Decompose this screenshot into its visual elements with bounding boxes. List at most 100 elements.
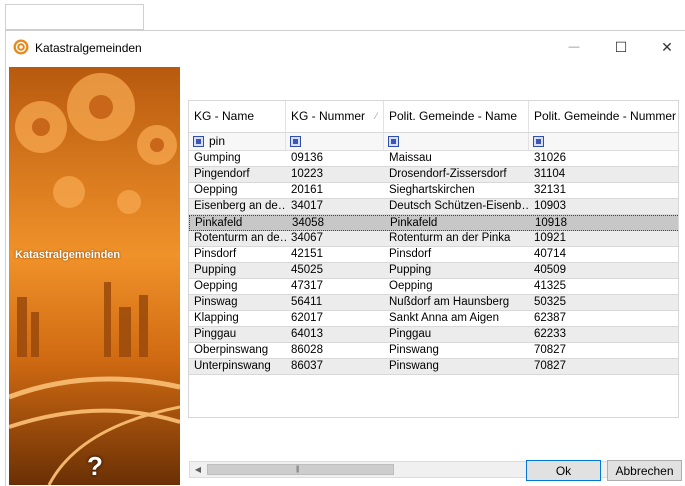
close-button[interactable]: ✕ (644, 31, 685, 63)
filter-icon[interactable] (193, 136, 204, 147)
table-cell: 31104 (534, 168, 566, 180)
table-cell: 10903 (534, 200, 566, 212)
table-cell: Gumping (194, 152, 241, 164)
table-row[interactable]: Rotenturm an de… 34067 Rotenturm an der Pi… (189, 231, 678, 247)
maximize-button[interactable]: ☐ (598, 31, 644, 63)
table-cell: Oepping (389, 280, 433, 292)
filter-icon[interactable] (533, 136, 544, 147)
table-cell: Oepping (194, 280, 238, 292)
table-cell: 62387 (534, 312, 566, 324)
table-cell: 62017 (291, 312, 323, 324)
column-header-kg-nummer[interactable]: KG - Nummer ⁄ (286, 101, 384, 132)
grid-header: KG - Name KG - Nummer ⁄ Polit. Gemeinde -… (189, 101, 678, 133)
table-row[interactable]: Oberpinswang 86028 Pinswang 70827 (189, 343, 678, 359)
filter-row: pin (189, 133, 678, 151)
table-row[interactable]: Pinswag 56411 Nußdorf am Haunsberg 50325 (189, 295, 678, 311)
column-header-label: KG - Name (194, 109, 255, 123)
table-cell: 64013 (291, 328, 323, 340)
table-cell: 86037 (291, 360, 323, 372)
sort-icon: ⁄ (375, 111, 377, 121)
results-grid[interactable]: KG - Name KG - Nummer ⁄ Polit. Gemeinde -… (188, 100, 679, 418)
table-cell: 62233 (534, 328, 566, 340)
table-row[interactable]: Pinsdorf 42151 Pinsdorf 40714 (189, 247, 678, 263)
column-header-gemeinde-nummer[interactable]: Polit. Gemeinde - Nummer (529, 101, 678, 132)
table-row[interactable]: Oepping 47317 Oepping 41325 (189, 279, 678, 295)
app-globe-icon (13, 39, 29, 55)
scroll-left-button[interactable]: ◀ (190, 462, 206, 477)
table-cell: Klapping (194, 312, 239, 324)
filter-cell-gemeinde-nummer[interactable] (529, 133, 678, 150)
table-cell: 42151 (291, 248, 323, 260)
table-cell: 47317 (291, 280, 323, 292)
horizontal-scrollbar[interactable]: ◀ ||| ▶ (189, 461, 679, 478)
table-cell: 56411 (291, 296, 323, 308)
table-cell: 10921 (534, 232, 566, 244)
top-input-box[interactable] (5, 4, 144, 30)
table-cell: Pinkafeld (195, 217, 243, 229)
table-cell: 20161 (291, 184, 323, 196)
table-row[interactable]: Pingendorf 10223 Drosendorf-Zissersdorf 311… (189, 167, 678, 183)
table-cell: Pupping (194, 264, 237, 276)
table-cell: Pingendorf (194, 168, 250, 180)
column-header-label: KG - Nummer (291, 109, 366, 123)
table-cell: Pinggau (194, 328, 237, 340)
cancel-button-label: Abbrechen (615, 463, 674, 478)
table-cell: 31026 (534, 152, 566, 164)
table-cell: Pinggau (389, 328, 432, 340)
ok-button[interactable]: Ok (526, 460, 601, 481)
table-cell: Deutsch Schützen-Eisenb… (389, 200, 529, 212)
table-cell: Pinswang (389, 344, 439, 356)
table-cell: Pinswag (194, 296, 238, 308)
filter-icon[interactable] (388, 136, 399, 147)
table-cell: Oepping (194, 184, 238, 196)
filter-cell-gemeinde-name[interactable] (384, 133, 529, 150)
table-cell: Rotenturm an der Pinka (389, 232, 511, 244)
table-row[interactable]: Pinggau 64013 Pinggau 62233 (189, 327, 678, 343)
table-cell: Sieghartskirchen (389, 184, 475, 196)
filter-cell-kg-nummer[interactable] (286, 133, 384, 150)
table-cell: Unterpinswang (194, 360, 271, 372)
chevron-left-icon: ◀ (194, 465, 202, 474)
table-cell: Pupping (389, 264, 432, 276)
scroll-thumb[interactable]: ||| (207, 464, 394, 475)
table-cell: 10918 (535, 217, 567, 229)
table-cell: Drosendorf-Zissersdorf (389, 168, 507, 180)
minimize-button[interactable]: — (551, 31, 597, 63)
table-row[interactable]: Gumping 09136 Maissau 31026 (189, 151, 678, 167)
help-icon[interactable]: ? (87, 451, 103, 482)
table-row[interactable]: Oepping 20161 Sieghartskirchen 32131 (189, 183, 678, 199)
table-cell: Sankt Anna am Aigen (389, 312, 499, 324)
table-cell: 70827 (534, 344, 566, 356)
table-cell: 34017 (291, 200, 323, 212)
column-header-gemeinde-name[interactable]: Polit. Gemeinde - Name (384, 101, 529, 132)
table-cell: 50325 (534, 296, 566, 308)
side-panel-label: Katastralgemeinden (15, 249, 121, 261)
side-banner: Katastralgemeinden ? (9, 67, 180, 485)
table-cell: 10223 (291, 168, 323, 180)
filter-icon[interactable] (290, 136, 301, 147)
table-row[interactable]: Unterpinswang 86037 Pinswang 70827 (189, 359, 678, 375)
cancel-button[interactable]: Abbrechen (607, 460, 682, 481)
table-cell: Eisenberg an de… (194, 200, 286, 212)
filter-input-kg-name[interactable]: pin (209, 134, 225, 148)
table-cell: 40714 (534, 248, 566, 260)
table-cell: Pinkafeld (390, 217, 438, 229)
table-cell: Rotenturm an de… (194, 232, 286, 244)
ok-button-label: Ok (555, 463, 572, 478)
table-row[interactable]: Klapping 62017 Sankt Anna am Aigen 62387 (189, 311, 678, 327)
table-cell: 32131 (534, 184, 566, 196)
grip-icon: ||| (296, 466, 300, 473)
table-row[interactable]: Eisenberg an de… 34017 Deutsch Schützen-Ei… (189, 199, 678, 215)
filter-cell-kg-name[interactable]: pin (189, 133, 286, 150)
minimize-icon: — (568, 41, 580, 53)
table-row[interactable]: Pupping 45025 Pupping 40509 (189, 263, 678, 279)
table-row[interactable]: Pinkafeld 34058 Pinkafeld 10918 (189, 215, 678, 231)
column-header-kg-name[interactable]: KG - Name (189, 101, 286, 132)
column-header-label: Polit. Gemeinde - Name (389, 109, 518, 123)
table-cell: 34058 (292, 217, 324, 229)
window-title: Katastralgemeinden (35, 41, 142, 55)
table-cell: Pinsdorf (389, 248, 432, 260)
maximize-icon: ☐ (614, 38, 628, 55)
table-cell: Oberpinswang (194, 344, 269, 356)
table-cell: Nußdorf am Haunsberg (389, 296, 510, 308)
